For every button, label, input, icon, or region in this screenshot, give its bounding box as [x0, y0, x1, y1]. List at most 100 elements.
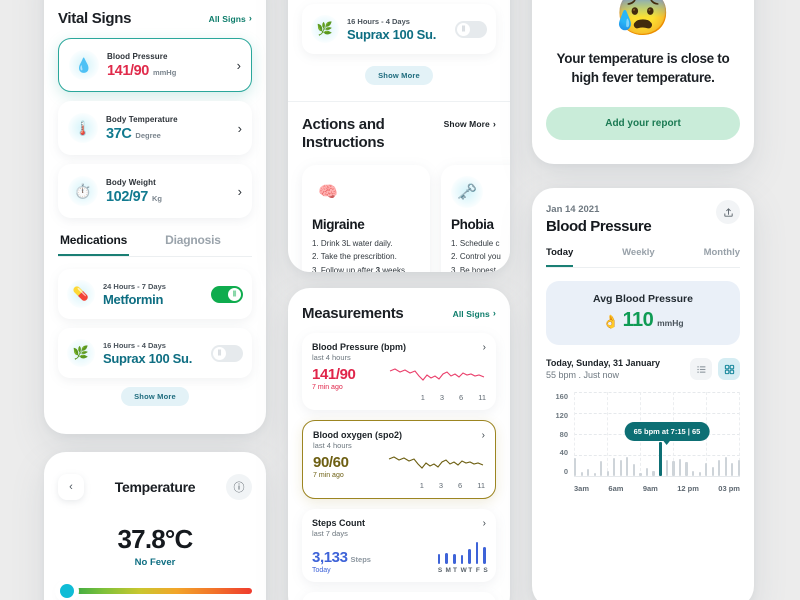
slider-track[interactable]: [71, 588, 252, 594]
medication-name: Suprax 100 Su.: [103, 350, 193, 366]
action-card-title: Migraine: [312, 216, 365, 232]
medication-toggle[interactable]: |||: [455, 20, 487, 38]
vital-unit: mmHg: [152, 67, 177, 77]
grid-view-button[interactable]: [718, 358, 740, 380]
today-date-label: Today, Sunday, 31 January: [546, 358, 661, 368]
help-button[interactable]: ⓘ: [226, 474, 252, 500]
back-button[interactable]: ‹: [58, 474, 84, 500]
temperature-header: ‹ Temperature ⓘ: [58, 474, 252, 500]
chevron-right-icon: ›: [492, 118, 496, 129]
share-button[interactable]: [716, 200, 740, 224]
steps-value: 3,133: [312, 549, 348, 566]
report-title: Blood Pressure: [546, 218, 652, 235]
tab-today[interactable]: Today: [546, 247, 574, 267]
measurement-value: 90/60: [313, 454, 349, 471]
chevron-right-icon: ›: [237, 183, 242, 199]
medication-row-metformin[interactable]: 💊 24 Hours - 7 Days Metformin |||: [58, 269, 252, 319]
avg-label: Avg Blood Pressure: [593, 293, 693, 305]
chevron-right-icon: ›: [482, 518, 486, 529]
actions-show-more-link[interactable]: Show More ›: [444, 119, 496, 129]
today-summary: Today, Sunday, 31 January 55 bpm . Just …: [546, 358, 740, 380]
tab-monthly[interactable]: Monthly: [704, 247, 740, 267]
measurements-panel: Measurements All Signs › Blood Pressure …: [288, 288, 510, 600]
period-tabs: Today Weekly Monthly: [546, 247, 740, 268]
temperature-panel: ‹ Temperature ⓘ 37.8°C No Fever: [44, 452, 266, 600]
thermometer-icon: 🌡️: [68, 113, 98, 143]
measurement-ticks: 1 3 6 11: [419, 481, 485, 490]
herb-icon: 🌿: [67, 339, 95, 367]
measurement-timestamp: 7 min ago: [313, 472, 344, 479]
vital-label: Blood Pressure: [107, 51, 168, 61]
temperature-alert-panel: 😰 Your temperature is close to high feve…: [532, 0, 754, 164]
measurement-card-blood-oxygen[interactable]: Blood oxygen (spo2) last 4 hours › 90/60…: [302, 420, 496, 499]
action-step: 3. Be honest: [451, 266, 496, 272]
medication-toggle[interactable]: |||: [211, 285, 243, 303]
chevron-right-icon: ›: [481, 430, 485, 441]
slider-handle[interactable]: [60, 584, 74, 598]
steps-timestamp: Today: [312, 567, 331, 574]
show-more-button[interactable]: Show More: [121, 387, 189, 406]
chevron-left-icon: ‹: [69, 481, 73, 493]
pill-icon: 💊: [67, 280, 95, 308]
action-step: 2. Take the prescribtion.: [312, 252, 397, 262]
avg-blood-pressure-box: Avg Blood Pressure 👌 110 mmHg: [546, 281, 740, 345]
all-signs-link[interactable]: All Signs ›: [453, 309, 496, 319]
all-signs-link[interactable]: All Signs ›: [209, 14, 252, 24]
add-report-button[interactable]: Add your report: [546, 107, 740, 141]
measurement-value: 141/90: [312, 366, 356, 383]
medication-toggle[interactable]: |||: [211, 344, 243, 362]
action-card-migraine[interactable]: 🧠 Migraine 1. Drink 3L water daily. 2. T…: [302, 164, 430, 272]
anxious-face-icon: 😰: [615, 0, 671, 38]
page-title: Vital Signs: [58, 10, 132, 27]
medication-row-suprax[interactable]: 🌿 16 Hours - 4 Days Suprax 100 Su. |||: [58, 328, 252, 378]
vital-value: 102/97: [106, 188, 148, 205]
medication-row-suprax-top[interactable]: 🌿 16 Hours - 4 Days Suprax 100 Su. |||: [302, 4, 496, 54]
vital-label: Body Weight: [106, 177, 156, 187]
today-bpm-label: 55 bpm . Just now: [546, 370, 620, 380]
medication-duration: 16 Hours - 4 Days: [347, 16, 410, 26]
show-more-label: Show More: [443, 119, 490, 129]
chevron-right-icon: ›: [492, 308, 496, 318]
chevron-right-icon: ›: [236, 57, 241, 73]
vital-label: Body Temperature: [106, 114, 178, 124]
show-more-button[interactable]: Show More: [365, 66, 433, 85]
measurement-ticks: 1 3 6 11: [420, 393, 486, 402]
water-drop-icon: 💧: [69, 50, 99, 80]
all-signs-label: All Signs: [208, 13, 246, 24]
report-date: Jan 14 2021: [546, 204, 600, 215]
measurement-card-steps[interactable]: Steps Count last 7 days › 3,133 Steps To…: [302, 509, 496, 582]
measurement-card-blood-pressure[interactable]: Blood Pressure (bpm) last 4 hours › 141/…: [302, 333, 496, 410]
measurement-title: Steps Count: [312, 518, 365, 528]
measurement-timestamp: 7 min ago: [312, 384, 343, 391]
chart-y-axis: 160 120 80 40 0: [555, 392, 568, 476]
medication-name: Metformin: [103, 291, 164, 307]
actions-panel: 🌿 16 Hours - 4 Days Suprax 100 Su. ||| S…: [288, 0, 510, 272]
vital-row-body-weight[interactable]: ⏱️ Body Weight 102/97 Kg ›: [58, 164, 252, 218]
action-card-phobia[interactable]: 🗝️ Phobia 1. Schedule c 2. Control you 3…: [441, 164, 510, 272]
avg-value: 110: [622, 309, 654, 331]
share-icon: [723, 207, 733, 217]
measurement-card-partial[interactable]: [302, 592, 496, 600]
steps-bar-chart: [437, 542, 486, 564]
temperature-status: No Fever: [134, 557, 176, 568]
vital-row-blood-pressure[interactable]: 💧 Blood Pressure 141/90 mmHg ›: [58, 38, 252, 92]
list-view-button[interactable]: [690, 358, 712, 380]
all-signs-label: All Signs: [452, 308, 490, 319]
vital-unit: Kg: [151, 193, 162, 203]
tab-weekly[interactable]: Weekly: [622, 247, 655, 267]
section-title-measurements: Measurements: [302, 305, 404, 322]
temperature-value: 37.8°C: [117, 524, 194, 554]
measurement-title: Blood Pressure (bpm): [312, 342, 407, 352]
tab-medications[interactable]: Medications: [58, 227, 130, 256]
heart-rate-chart: 160 120 80 40 0 65 bpm at 7:15 | 65 3am …: [546, 392, 740, 493]
vital-row-body-temperature[interactable]: 🌡️ Body Temperature 37C Degree ›: [58, 101, 252, 155]
medication-duration: 16 Hours - 4 Days: [103, 340, 166, 350]
key-icon: 🗝️: [451, 175, 483, 208]
temperature-slider[interactable]: [58, 584, 252, 598]
measurement-subtitle: last 7 days: [312, 529, 348, 538]
sparkline-blood-pressure: [389, 368, 485, 381]
chevron-right-icon: ›: [482, 342, 486, 353]
tab-diagnosis[interactable]: Diagnosis: [163, 227, 223, 256]
vital-value: 141/90: [107, 62, 149, 79]
vital-unit: Degree: [135, 130, 161, 140]
